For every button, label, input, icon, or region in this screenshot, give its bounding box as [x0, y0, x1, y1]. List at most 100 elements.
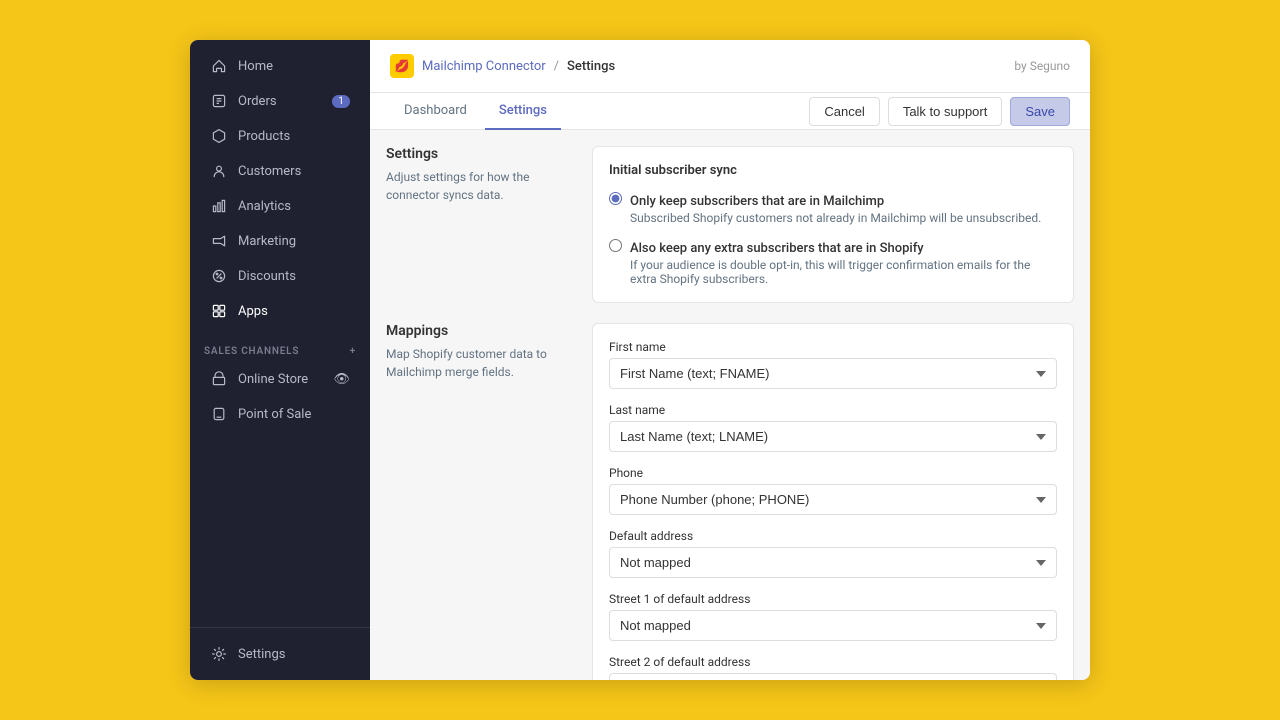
page-body: Settings Adjust settings for how the con… [370, 130, 1090, 680]
sidebar-item-discounts[interactable]: Discounts [196, 259, 364, 293]
main-content: 💋 Mailchimp Connector / Settings by Segu… [370, 40, 1090, 680]
sync-mailchimp-desc: Subscribed Shopify customers not already… [630, 211, 1041, 225]
field-street-2: Street 2 of default address Not mapped [609, 655, 1057, 680]
field-street-1-select[interactable]: Not mapped [609, 610, 1057, 641]
app-icon: 💋 [390, 54, 414, 78]
sync-mailchimp-radio[interactable] [609, 192, 622, 205]
mappings-section-panel: First name First Name (text; FNAME) Not … [592, 323, 1074, 680]
discounts-icon [210, 267, 228, 285]
breadcrumb-separator: / [554, 59, 559, 74]
mappings-card: First name First Name (text; FNAME) Not … [592, 323, 1074, 680]
field-phone-select[interactable]: Phone Number (phone; PHONE) Not mapped [609, 484, 1057, 515]
breadcrumb-current-page: Settings [567, 59, 615, 74]
marketing-icon [210, 232, 228, 250]
header-by-text: by Seguno [1014, 59, 1070, 73]
sales-channels-header: SALES CHANNELS + [190, 336, 370, 361]
sidebar-item-products-label: Products [238, 129, 290, 144]
cancel-button[interactable]: Cancel [809, 97, 879, 126]
home-icon [210, 57, 228, 75]
tab-actions: Cancel Talk to support Save [809, 97, 1070, 126]
field-first-name-select[interactable]: First Name (text; FNAME) Not mapped [609, 358, 1057, 389]
sidebar-item-online-store[interactable]: Online Store 👁 [196, 362, 364, 396]
settings-section-title: Settings [386, 146, 576, 162]
tabs-bar: Dashboard Settings Cancel Talk to suppor… [370, 93, 1090, 130]
settings-card: Initial subscriber sync Only keep subscr… [592, 146, 1074, 303]
field-street-1: Street 1 of default address Not mapped [609, 592, 1057, 641]
sync-option-mailchimp: Only keep subscribers that are in Mailch… [609, 190, 1057, 225]
sidebar-item-home[interactable]: Home [196, 49, 364, 83]
customers-icon [210, 162, 228, 180]
products-icon [210, 127, 228, 145]
mappings-section-title: Mappings [386, 323, 576, 339]
sidebar-item-customers-label: Customers [238, 164, 301, 179]
sidebar-item-pos-label: Point of Sale [238, 407, 311, 422]
mappings-section-row: Mappings Map Shopify customer data to Ma… [386, 323, 1074, 680]
sync-shopify-radio[interactable] [609, 239, 622, 252]
field-last-name: Last name Last Name (text; LNAME) Not ma… [609, 403, 1057, 452]
store-icon [210, 370, 228, 388]
sidebar-item-settings[interactable]: Settings [196, 637, 364, 671]
field-default-address: Default address Not mapped [609, 529, 1057, 578]
sync-shopify-label[interactable]: Also keep any extra subscribers that are… [630, 241, 924, 256]
field-phone-label: Phone [609, 466, 1057, 480]
header: 💋 Mailchimp Connector / Settings by Segu… [370, 40, 1090, 93]
field-street-2-select[interactable]: Not mapped [609, 673, 1057, 680]
breadcrumb-app-name[interactable]: Mailchimp Connector [422, 59, 546, 74]
sidebar-item-pos[interactable]: Point of Sale [196, 397, 364, 431]
sidebar-item-analytics[interactable]: Analytics [196, 189, 364, 223]
field-first-name-label: First name [609, 340, 1057, 354]
sync-shopify-desc: If your audience is double opt-in, this … [630, 258, 1057, 286]
sidebar-item-products[interactable]: Products [196, 119, 364, 153]
sidebar-item-discounts-label: Discounts [238, 269, 296, 284]
sync-radio-group: Only keep subscribers that are in Mailch… [609, 190, 1057, 286]
online-store-visibility-icon[interactable]: 👁 [333, 372, 350, 387]
analytics-icon [210, 197, 228, 215]
sidebar-item-marketing[interactable]: Marketing [196, 224, 364, 258]
breadcrumb: 💋 Mailchimp Connector / Settings [390, 54, 1014, 78]
sidebar-item-marketing-label: Marketing [238, 234, 296, 249]
mappings-section-desc: Map Shopify customer data to Mailchimp m… [386, 345, 576, 381]
field-street-1-label: Street 1 of default address [609, 592, 1057, 606]
field-street-2-label: Street 2 of default address [609, 655, 1057, 669]
field-default-address-label: Default address [609, 529, 1057, 543]
sync-shopify-content: Also keep any extra subscribers that are… [630, 237, 1057, 286]
sidebar-item-online-store-label: Online Store [238, 372, 308, 387]
tab-dashboard[interactable]: Dashboard [390, 93, 481, 130]
field-group: First name First Name (text; FNAME) Not … [609, 340, 1057, 680]
app-container: Home Orders 1 Products Customers [190, 40, 1090, 680]
settings-section-label: Settings Adjust settings for how the con… [386, 146, 576, 204]
talk-to-support-button[interactable]: Talk to support [888, 97, 1003, 126]
field-last-name-select[interactable]: Last Name (text; LNAME) Not mapped [609, 421, 1057, 452]
settings-section-panel: Initial subscriber sync Only keep subscr… [592, 146, 1074, 303]
save-button[interactable]: Save [1010, 97, 1070, 126]
sidebar-bottom: Settings [190, 627, 370, 680]
sidebar-item-customers[interactable]: Customers [196, 154, 364, 188]
mappings-section-label: Mappings Map Shopify customer data to Ma… [386, 323, 576, 381]
field-phone: Phone Phone Number (phone; PHONE) Not ma… [609, 466, 1057, 515]
sidebar-settings-label: Settings [238, 647, 285, 662]
sidebar-item-apps[interactable]: Apps [196, 294, 364, 328]
sync-option-shopify: Also keep any extra subscribers that are… [609, 237, 1057, 286]
sidebar-item-analytics-label: Analytics [238, 199, 291, 214]
sync-card-title: Initial subscriber sync [609, 163, 1057, 178]
sidebar-item-apps-label: Apps [238, 304, 268, 319]
field-last-name-label: Last name [609, 403, 1057, 417]
sidebar-item-orders[interactable]: Orders 1 [196, 84, 364, 118]
settings-icon [210, 645, 228, 663]
sync-mailchimp-label[interactable]: Only keep subscribers that are in Mailch… [630, 194, 884, 209]
pos-icon [210, 405, 228, 423]
tab-settings[interactable]: Settings [485, 93, 561, 130]
field-first-name: First name First Name (text; FNAME) Not … [609, 340, 1057, 389]
sidebar-item-orders-label: Orders [238, 94, 277, 109]
orders-icon [210, 92, 228, 110]
sidebar-item-home-label: Home [238, 59, 273, 74]
sales-channels-label: SALES CHANNELS [204, 346, 299, 357]
settings-section-desc: Adjust settings for how the connector sy… [386, 168, 576, 204]
sidebar: Home Orders 1 Products Customers [190, 40, 370, 680]
add-sales-channel-icon[interactable]: + [350, 346, 356, 357]
sync-mailchimp-content: Only keep subscribers that are in Mailch… [630, 190, 1041, 225]
orders-badge: 1 [332, 95, 350, 108]
sidebar-nav: Home Orders 1 Products Customers [190, 48, 370, 627]
field-default-address-select[interactable]: Not mapped [609, 547, 1057, 578]
settings-section-row: Settings Adjust settings for how the con… [386, 146, 1074, 303]
